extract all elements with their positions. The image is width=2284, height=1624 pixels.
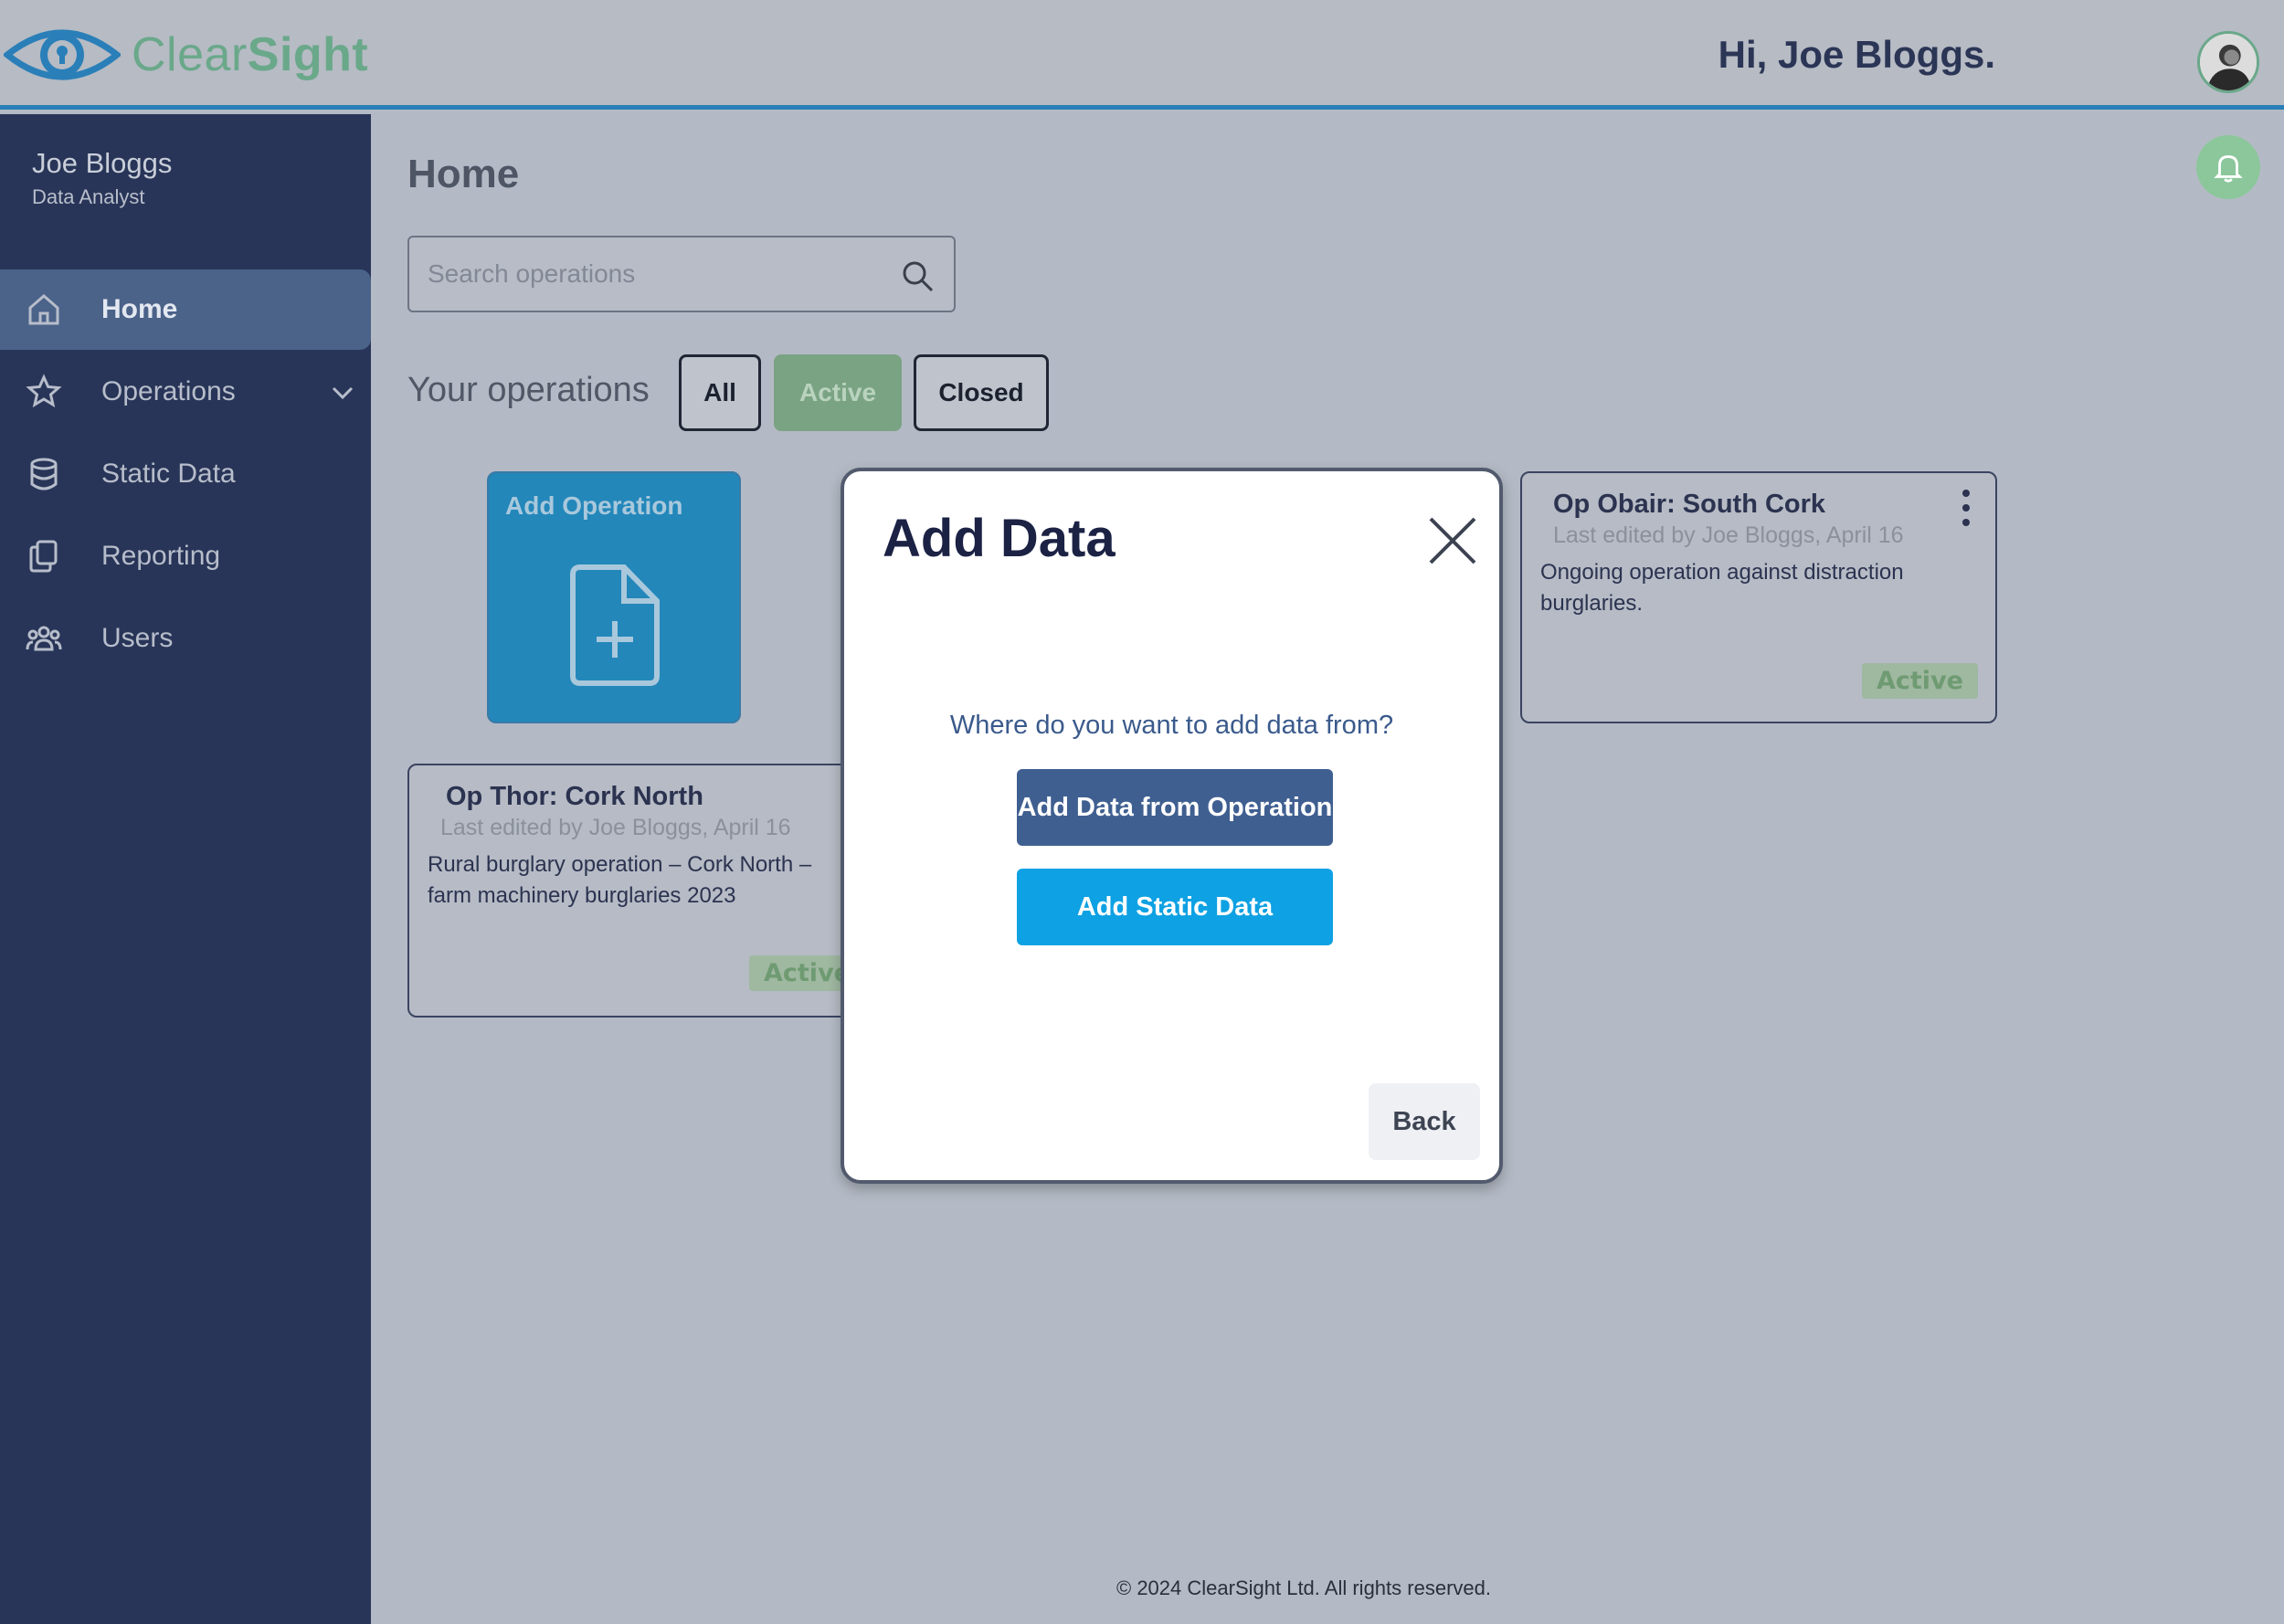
chevron-down-icon[interactable] [329, 379, 356, 406]
brand-name: ClearSight [132, 28, 369, 81]
database-icon [30, 458, 58, 490]
search-placeholder: Search operations [428, 259, 636, 288]
sidebar-user-name: Joe Bloggs [32, 147, 173, 179]
add-operation-label: Add Operation [505, 491, 683, 520]
sidebar-item-reporting[interactable]: Reporting [0, 516, 371, 596]
sidebar-item-static-data[interactable]: Static Data [0, 434, 371, 514]
sidebar-item-users[interactable]: Users [0, 598, 371, 679]
operation-edited: Last edited by Joe Bloggs, April 16 [1553, 522, 1904, 548]
search-icon[interactable] [899, 258, 936, 294]
sidebar-item-label: Operations [101, 376, 236, 406]
operation-title: Op Obair: South Cork [1553, 490, 1826, 519]
search-input[interactable]: Search operations [407, 236, 956, 312]
sidebar-item-home[interactable]: Home [0, 269, 371, 350]
users-icon [26, 626, 62, 651]
sidebar-user-role: Data Analyst [32, 185, 145, 208]
bell-icon [2214, 155, 2243, 183]
more-options-icon[interactable] [1957, 488, 1975, 528]
status-badge: Active [1862, 663, 1978, 699]
sidebar-item-label: Reporting [101, 541, 221, 571]
sidebar: Joe Bloggs Data Analyst Home Operations … [0, 114, 371, 1624]
operation-title: Op Thor: Cork North [446, 782, 703, 811]
operation-edited: Last edited by Joe Bloggs, April 16 [440, 815, 791, 840]
back-button[interactable]: Back [1369, 1083, 1480, 1160]
operation-description: Rural burglary operation – Cork North – … [428, 852, 812, 908]
app-logo[interactable]: ClearSight [4, 18, 368, 91]
add-operation-card[interactable]: Add Operation [487, 471, 741, 723]
operation-card[interactable]: Op Obair: South Cork Last edited by Joe … [1520, 471, 1997, 723]
operation-card[interactable]: Op Thor: Cork North Last edited by Joe B… [407, 764, 901, 1018]
user-avatar-icon [2200, 34, 2257, 90]
sidebar-item-label: Home [101, 294, 178, 324]
footer-copyright: © 2024 ClearSight Ltd. All rights reserv… [1116, 1577, 1491, 1599]
close-icon[interactable] [1425, 513, 1480, 568]
copy-document-icon [29, 540, 58, 573]
sidebar-item-label: Users [101, 623, 174, 653]
modal-title: Add Data [883, 509, 1116, 568]
star-icon [26, 374, 62, 408]
filter-active-button[interactable]: Active [774, 354, 902, 431]
sidebar-item-operations[interactable]: Operations [0, 352, 371, 432]
filter-all-button[interactable]: All [679, 354, 761, 431]
modal-question: Where do you want to add data from? [949, 711, 1394, 740]
operations-heading: Your operations [407, 371, 650, 409]
avatar[interactable] [2197, 31, 2259, 93]
operation-description: Ongoing operation against distraction bu… [1540, 560, 1904, 616]
add-data-modal: Add Data Where do you want to add data f… [841, 468, 1503, 1184]
add-file-icon [570, 564, 660, 686]
add-data-from-operation-button[interactable]: Add Data from Operation [1017, 769, 1333, 846]
eye-logo-icon [4, 29, 121, 80]
home-icon [28, 294, 59, 325]
add-static-data-button[interactable]: Add Static Data [1017, 869, 1333, 945]
notifications-button[interactable] [2196, 135, 2260, 199]
page-title: Home [407, 152, 520, 196]
sidebar-item-label: Static Data [101, 459, 236, 489]
filter-closed-button[interactable]: Closed [914, 354, 1049, 431]
greeting-text: Hi, Joe Bloggs. [1718, 33, 1995, 76]
top-bar: ClearSight Hi, Joe Bloggs. [0, 0, 2284, 110]
